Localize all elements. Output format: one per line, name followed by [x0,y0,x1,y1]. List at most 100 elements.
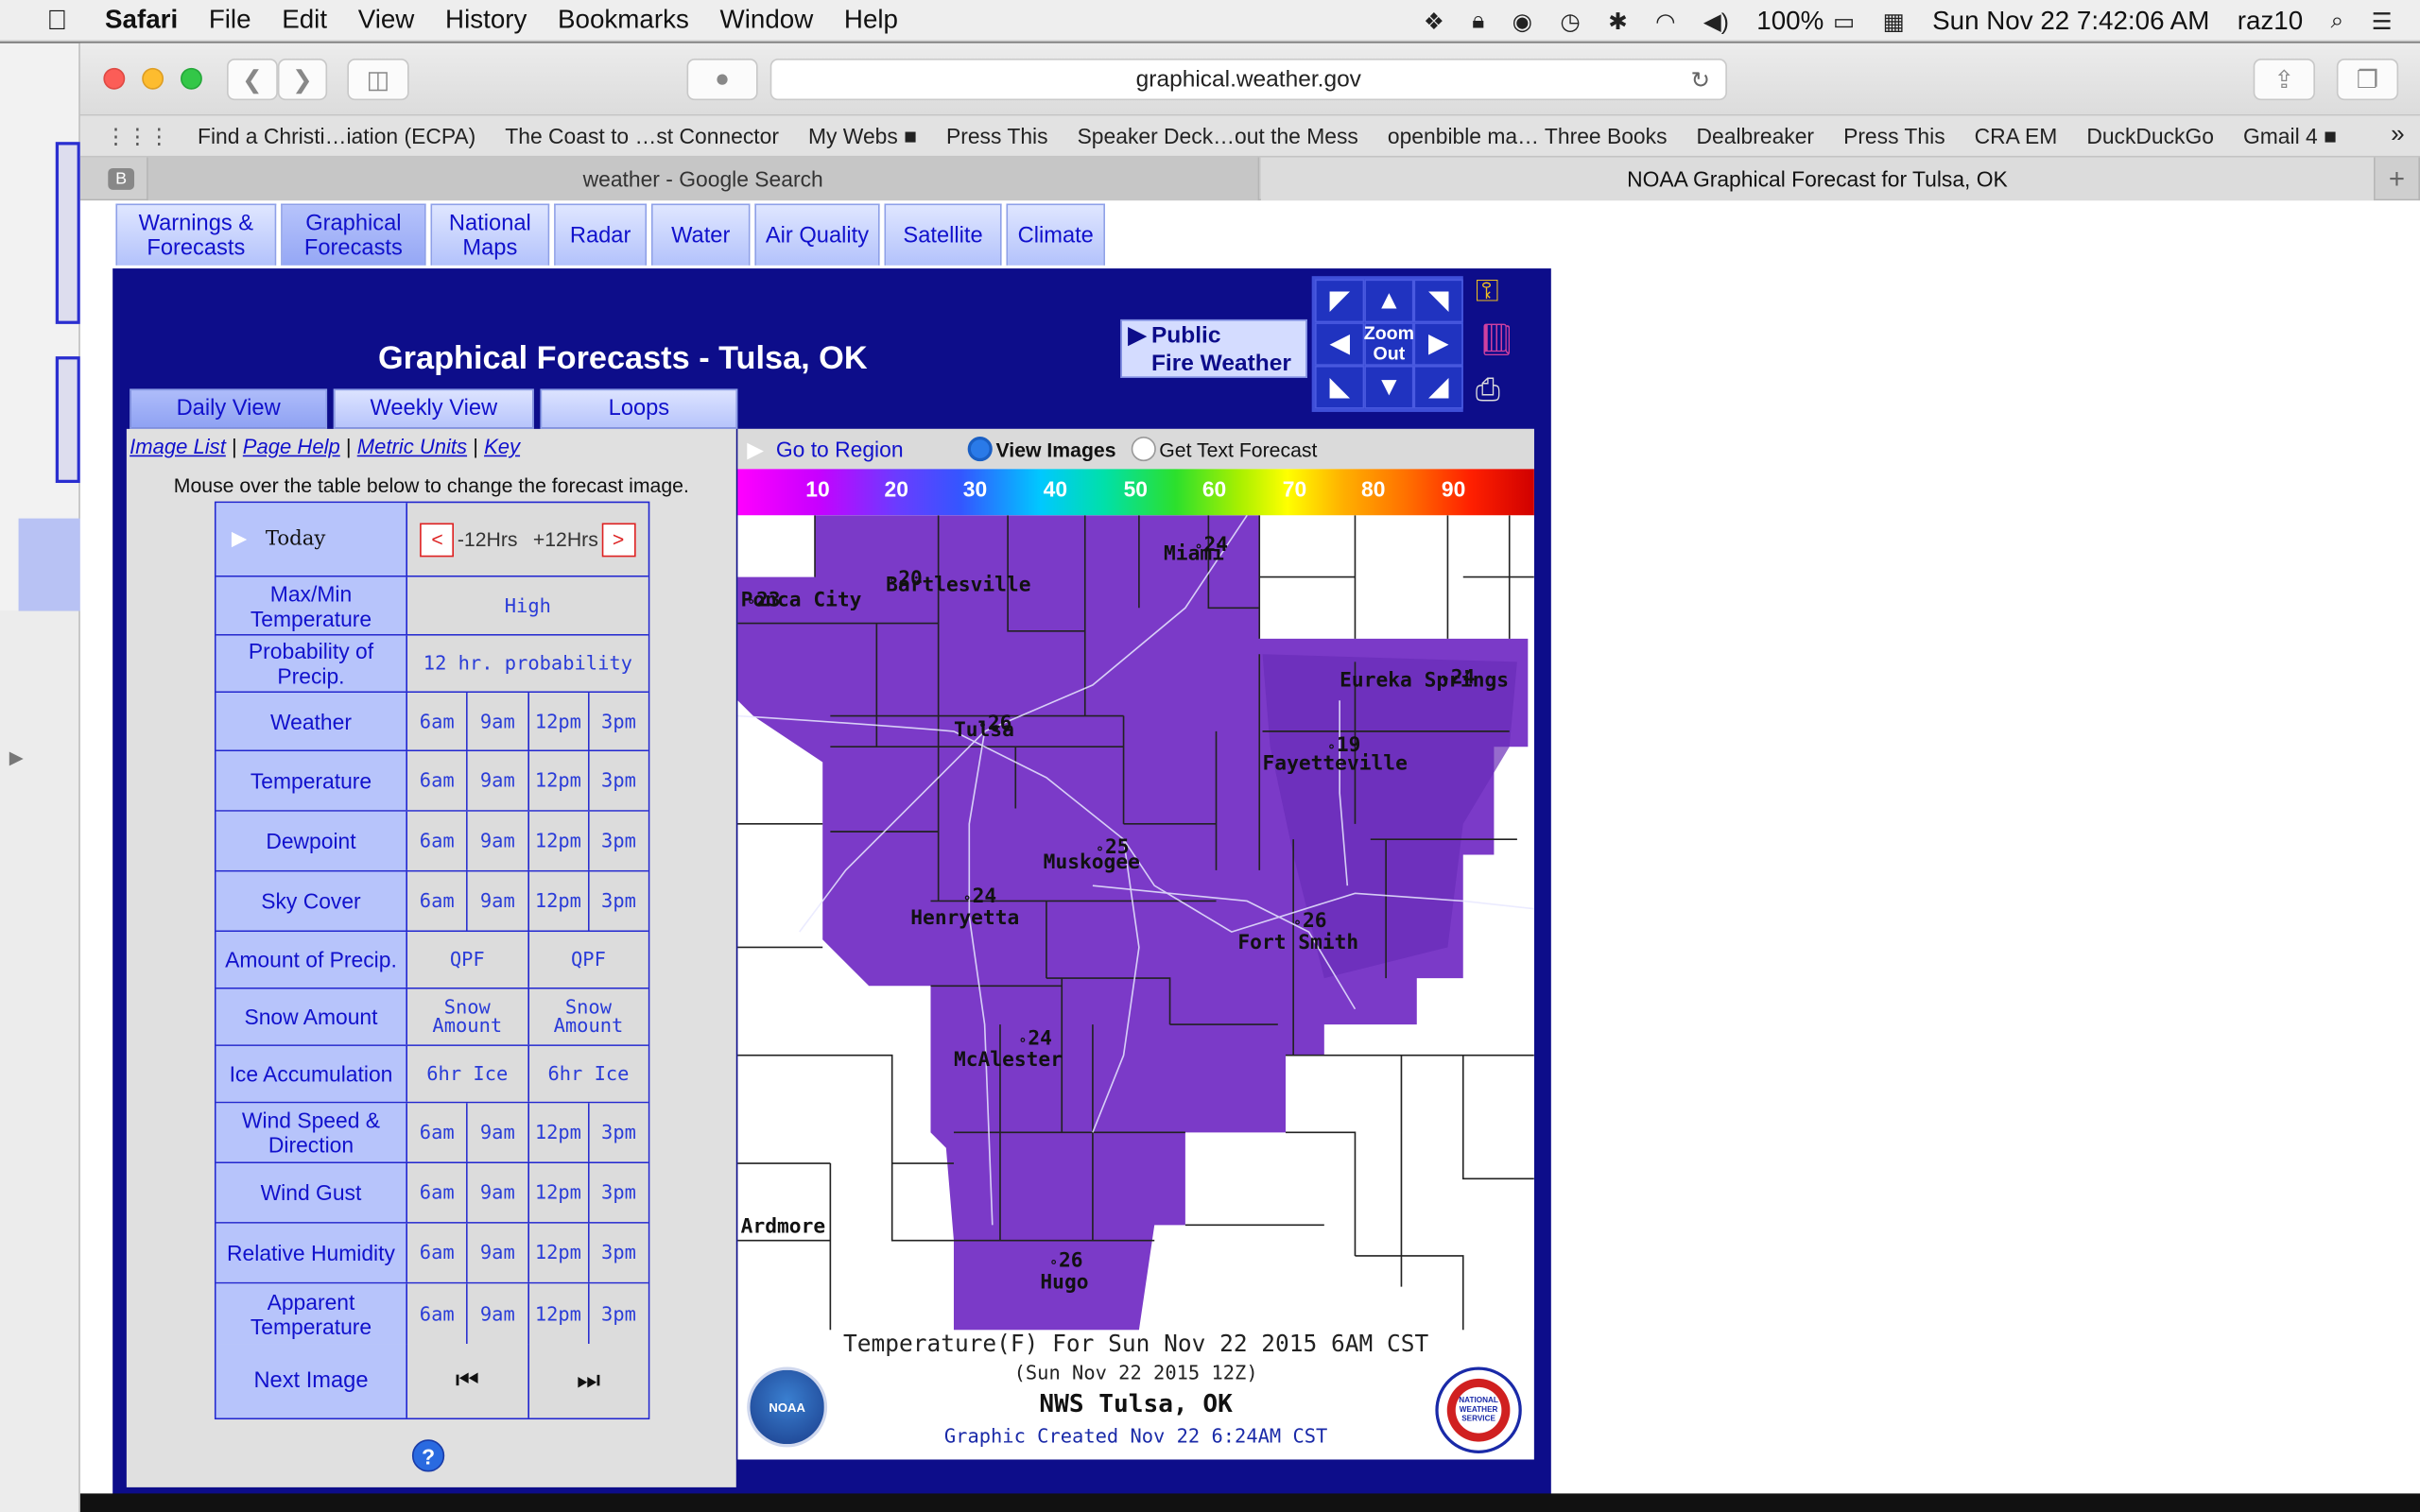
forecast-cell[interactable]: High [407,576,648,635]
forecast-cell[interactable]: 9am [468,1283,529,1345]
pan-west-icon[interactable]: ◀ [1315,322,1365,366]
help-question-icon[interactable]: ? [411,1439,445,1472]
forecast-cell[interactable]: 9am [468,751,529,811]
share-button[interactable]: ⇪ [2253,59,2315,101]
key-link[interactable]: Key [484,435,520,457]
minus-12hrs-label[interactable]: -12Hrs [458,527,518,550]
first-image-icon[interactable]: ⏮ [407,1344,529,1418]
forecast-cell[interactable]: 12pm [528,871,590,931]
back-button[interactable]: ❮ [226,59,278,101]
forecast-cell[interactable]: QPF [407,932,529,988]
pan-northwest-icon[interactable]: ◤ [1315,279,1365,323]
bookmark-8[interactable]: Press This [1843,124,1945,148]
forecast-cell[interactable]: 9am [468,871,529,931]
nav-tab-radar[interactable]: Radar [554,203,648,266]
forecast-cell[interactable]: 12pm [528,693,590,750]
menu-help[interactable]: Help [844,5,898,36]
forecast-cell[interactable]: QPF [528,932,648,988]
temperature-map[interactable]: 23 ∘ Ponca City 20 ∘ Bartlesville 24 ∘ Miami 24 ∘ E… [737,514,1534,1331]
forecast-cell[interactable]: 3pm [589,1223,648,1282]
zoom-out-button[interactable]: Zoom Out [1364,322,1414,366]
forecast-cell[interactable]: 3pm [589,1163,648,1223]
menu-window[interactable]: Window [720,5,814,36]
daily-view-tab[interactable]: Daily View [130,388,328,429]
forecast-cell[interactable]: 12pm [528,1283,590,1345]
loops-tab[interactable]: Loops [540,388,738,429]
previous-12hrs-button[interactable]: < [420,522,455,557]
forecast-cell[interactable]: 6am [407,693,469,750]
pan-southeast-icon[interactable]: ◢ [1413,365,1463,409]
forecast-cell[interactable]: 12pm [528,1223,590,1282]
forecast-cell[interactable]: 3pm [589,811,648,870]
forward-button[interactable]: ❯ [277,59,328,101]
bookmark-3[interactable]: My Webs ■ [808,124,917,148]
nav-tab-climate[interactable]: Climate [1006,203,1105,266]
extension-button[interactable]: ● [686,59,758,101]
next-image-button[interactable]: Next Image [216,1344,408,1418]
view-images-radio[interactable] [968,437,994,462]
today-cell[interactable]: ▶ Today [216,503,408,576]
forecast-cell[interactable]: 3pm [589,1283,648,1345]
tab-noaa-forecast[interactable]: NOAA Graphical Forecast for Tulsa, OK [1260,157,2376,201]
time-machine-icon[interactable]: ◷ [1560,7,1580,35]
plus-12hrs-label[interactable]: +12Hrs [533,527,598,550]
lock-icon[interactable]: 🔒︎ [1472,8,1484,34]
bookmarks-overflow-icon[interactable]: » [2391,122,2405,149]
forecast-cell[interactable]: 9am [468,693,529,750]
bookmark-2[interactable]: The Coast to …st Connector [505,124,779,148]
menu-app[interactable]: Safari [105,5,178,36]
forecast-cell[interactable]: 12pm [528,1163,590,1223]
view-images-label[interactable]: View Images [996,438,1116,460]
metric-units-link[interactable]: Metric Units [357,435,467,457]
new-tab-button[interactable]: + [2376,157,2420,201]
pan-north-icon[interactable]: ▲ [1364,279,1414,323]
menu-view[interactable]: View [358,5,415,36]
menu-bookmarks[interactable]: Bookmarks [558,5,689,36]
clock[interactable]: Sun Nov 22 7:42:06 AM [1932,6,2209,37]
forecast-cell[interactable]: Snow Amount [407,988,529,1045]
key-icon[interactable]: ⚿ [1476,275,1499,311]
menu-history[interactable]: History [445,5,527,36]
forecast-cell[interactable]: 6am [407,871,469,931]
bookmark-9[interactable]: CRA EM [1975,124,2058,148]
print-icon[interactable]: ⎙ [1476,373,1500,409]
pan-southwest-icon[interactable]: ◣ [1315,365,1365,409]
bookmark-6[interactable]: openbible ma… Three Books [1388,124,1668,148]
forecast-cell[interactable]: 6am [407,1163,469,1223]
bookmark-1[interactable]: Find a Christi…iation (ECPA) [198,124,475,148]
forecast-cell[interactable]: 6am [407,1283,469,1345]
forecast-cell[interactable]: 6am [407,1223,469,1282]
menu-edit[interactable]: Edit [282,5,327,36]
battery-percent[interactable]: 100% [1756,6,1824,37]
forecast-cell[interactable]: 6am [407,1103,469,1162]
nav-tab-water[interactable]: Water [650,203,751,266]
volume-icon[interactable]: ◀︎) [1703,7,1729,35]
notification-center-icon[interactable]: ☰ [2372,7,2393,35]
nav-tab-warnings[interactable]: Warnings & Forecasts [115,203,277,266]
forecast-cell[interactable]: 6hr Ice [407,1045,529,1102]
dropbox-icon[interactable]: ❖ [1424,7,1444,35]
forecast-cell[interactable]: 6am [407,751,469,811]
forecast-cell[interactable]: 9am [468,1163,529,1223]
user-name[interactable]: raz10 [2238,6,2303,37]
help-book-icon[interactable]: 📕︎ [1477,321,1515,360]
tab-google-search[interactable]: weather - Google Search [147,157,1260,201]
forecast-cell[interactable]: 3pm [589,751,648,811]
fire-weather-label[interactable]: Fire Weather [1151,351,1291,378]
bookmark-5[interactable]: Speaker Deck…out the Mess [1078,124,1358,148]
nav-tab-air-quality[interactable]: Air Quality [754,203,880,266]
sidebar-button[interactable]: ◫ [347,59,409,101]
bookmark-4[interactable]: Press This [946,124,1048,148]
forecast-cell[interactable]: 3pm [589,1103,648,1162]
pan-east-icon[interactable]: ▶ [1413,322,1463,366]
top-sites-grid-icon[interactable]: ⋮⋮⋮ [105,123,170,149]
public-label[interactable]: Public [1151,322,1220,350]
forecast-cell[interactable]: 12pm [528,811,590,870]
bookmark-7[interactable]: Dealbreaker [1697,124,1815,148]
page-help-link[interactable]: Page Help [243,435,340,457]
bookmark-11[interactable]: Gmail 4 ■ [2243,124,2337,148]
last-image-icon[interactable]: ⏭ [528,1344,648,1418]
reload-icon[interactable]: ↻ [1690,65,1710,94]
get-text-label[interactable]: Get Text Forecast [1159,438,1317,460]
nav-tab-national-maps[interactable]: National Maps [430,203,550,266]
